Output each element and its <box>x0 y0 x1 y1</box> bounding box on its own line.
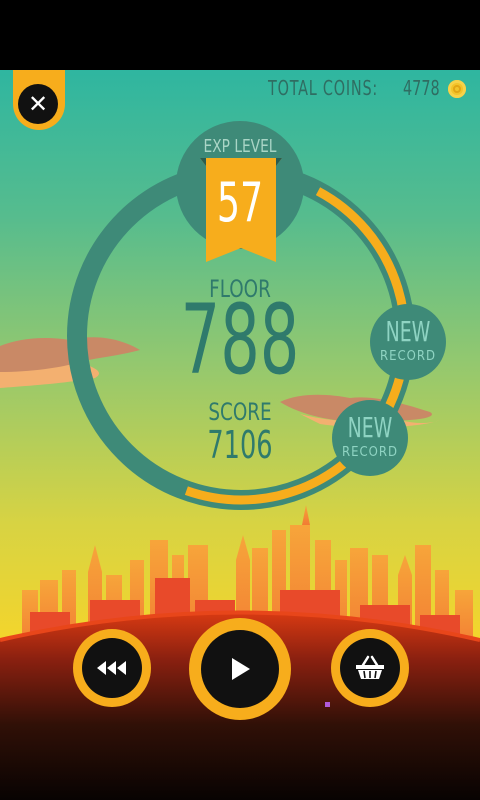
close-button[interactable]: ✕ <box>18 84 58 124</box>
score-label: SCORE <box>208 398 272 426</box>
exp-level-label: EXP LEVEL <box>203 136 277 157</box>
sparkle <box>325 702 330 707</box>
new-record-floor-line1: NEW <box>385 315 431 348</box>
game-over-screen: ✕ TOTAL COINS: 4778 EXP LEVEL 57 FLOOR 7… <box>0 0 480 800</box>
floor-value: 788 <box>180 284 300 396</box>
new-record-score-line1: NEW <box>347 411 393 444</box>
shop-button[interactable] <box>331 629 409 707</box>
rewind-icon <box>97 661 126 675</box>
shop-basket-icon <box>356 655 384 679</box>
play-icon <box>232 658 250 680</box>
total-coins-label: TOTAL COINS: <box>268 76 379 100</box>
rewind-button[interactable] <box>73 629 151 707</box>
score-value: 7106 <box>207 423 273 467</box>
play-button[interactable] <box>189 618 291 720</box>
close-icon: ✕ <box>27 90 49 118</box>
new-record-floor-line2: RECORD <box>379 349 437 364</box>
coin-icon <box>448 80 466 98</box>
exp-level-value: 57 <box>216 171 264 234</box>
total-coins-value: 4778 <box>403 76 440 100</box>
new-record-score-line2: RECORD <box>341 445 399 460</box>
